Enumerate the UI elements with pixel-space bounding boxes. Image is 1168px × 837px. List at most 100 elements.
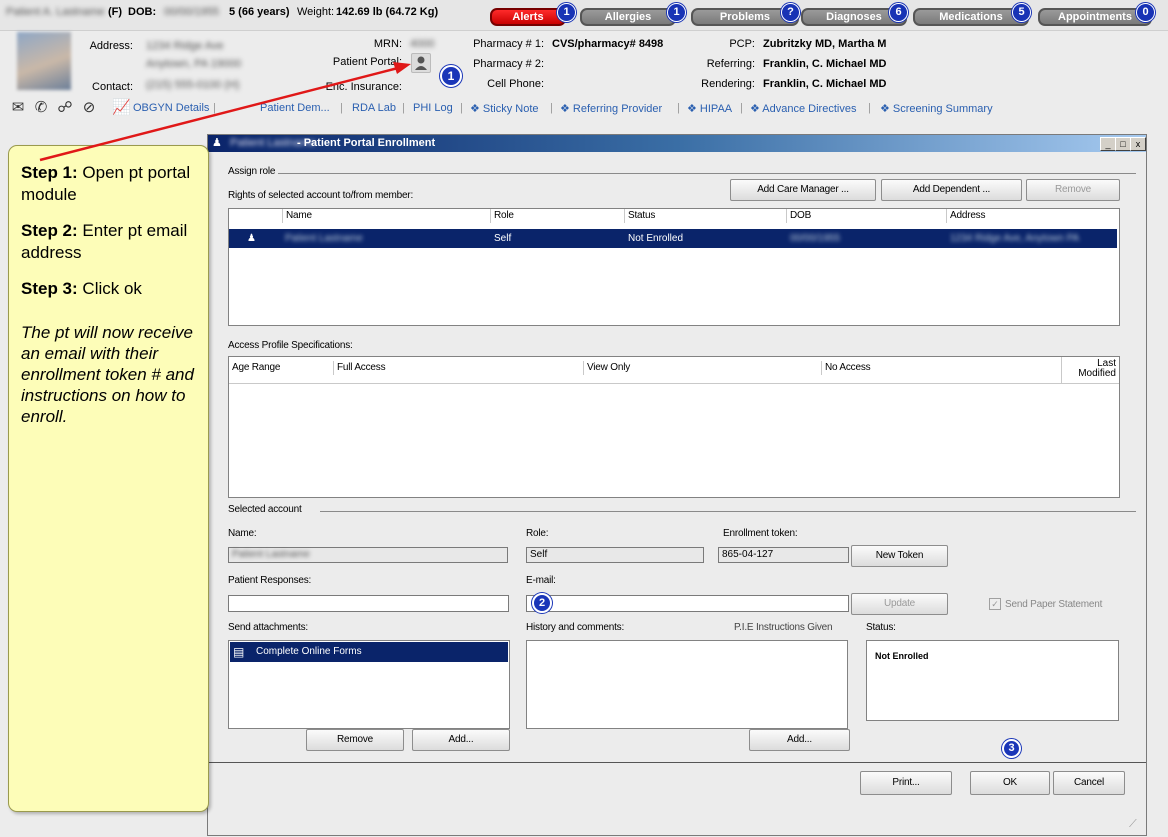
- section-divider: [278, 173, 1136, 174]
- link-sticky-note[interactable]: ❖ Sticky Note: [470, 102, 539, 115]
- add-care-manager-button[interactable]: Add Care Manager ...: [730, 179, 876, 201]
- new-token-button[interactable]: New Token: [851, 545, 948, 567]
- link-separator: |: [402, 102, 405, 114]
- access-profile-label: Access Profile Specifications:: [228, 340, 353, 351]
- mail-icon[interactable]: ✉: [9, 99, 27, 117]
- patient-sex: (F): [108, 6, 123, 18]
- chart-icon[interactable]: 📈: [112, 99, 131, 117]
- cancel-button[interactable]: Cancel: [1053, 771, 1125, 795]
- address-line2: Anytown, PA 19000: [146, 58, 242, 70]
- link-hipaa[interactable]: ❖ HIPAA: [687, 102, 732, 115]
- patient-age: 5 (66 years): [229, 6, 290, 18]
- name-field: Patient Lastname: [228, 547, 508, 563]
- link-patient-dem[interactable]: Patient Dem...: [260, 102, 330, 114]
- status-box: Not Enrolled: [866, 640, 1119, 721]
- instructions-callout: Step 1: Open pt portal module Step 2: En…: [8, 145, 209, 812]
- link-obgyn-details[interactable]: OBGYN Details: [133, 102, 209, 114]
- history-comments-box[interactable]: [526, 640, 848, 729]
- link-screening-summary[interactable]: ❖ Screening Summary: [880, 102, 993, 115]
- patient-portal-label: Patient Portal:: [332, 56, 402, 68]
- add-history-button[interactable]: Add...: [749, 729, 850, 751]
- rendering-label: Rendering:: [701, 78, 755, 90]
- member-name: Patient Lastname: [285, 233, 363, 244]
- address-label: Address:: [89, 40, 133, 52]
- column-header-view-only[interactable]: View Only: [583, 361, 821, 375]
- link-separator: |: [340, 102, 343, 114]
- patient-responses-input[interactable]: [228, 595, 509, 612]
- pharmacy2-label: Pharmacy # 2:: [473, 58, 544, 70]
- send-paper-statement-label: Send Paper Statement: [1005, 599, 1103, 610]
- maximize-button[interactable]: □: [1115, 137, 1131, 151]
- resize-grip-icon[interactable]: ⟋: [1129, 818, 1137, 831]
- column-header-status[interactable]: Status: [625, 209, 787, 223]
- column-header-last-modified[interactable]: Last Modified: [1061, 357, 1119, 383]
- column-header-role[interactable]: Role: [491, 209, 625, 223]
- column-header-no-access[interactable]: No Access: [821, 361, 1061, 375]
- contact-value: (215) 555-0100 (H): [146, 79, 240, 91]
- step-marker-2: 2: [532, 593, 552, 613]
- column-header-full-access[interactable]: Full Access: [333, 361, 583, 375]
- member-dob: 00/00/1955: [790, 233, 841, 244]
- person-icon: ♟: [247, 233, 256, 244]
- remove-member-button[interactable]: Remove: [1026, 179, 1120, 201]
- update-button[interactable]: Update: [851, 593, 948, 615]
- patient-portal-button[interactable]: [411, 53, 431, 73]
- patient-responses-label: Patient Responses:: [228, 575, 312, 586]
- compass-icon[interactable]: ⊘: [80, 99, 98, 117]
- link-phi-log[interactable]: PHI Log: [413, 102, 453, 114]
- link-separator: |: [868, 102, 871, 114]
- members-table: Name Role Status DOB Address ♟ Patient L…: [228, 208, 1120, 326]
- access-profile-table: Age Range Full Access View Only No Acces…: [228, 356, 1120, 498]
- column-header-name[interactable]: Name: [283, 209, 491, 223]
- alerts-pill[interactable]: Alerts: [490, 8, 566, 26]
- send-attachments-label: Send attachments:: [228, 622, 308, 633]
- member-role: Self: [494, 233, 512, 244]
- connections-icon[interactable]: ☍: [56, 99, 74, 117]
- appointments-pill[interactable]: Appointments: [1038, 8, 1152, 26]
- link-advance-directives[interactable]: ❖ Advance Directives: [750, 102, 856, 115]
- pharmacy1-value: CVS/pharmacy# 8498: [552, 38, 664, 50]
- member-address: 1234 Ridge Ave, Anytown PA: [950, 233, 1080, 244]
- add-attachment-button[interactable]: Add...: [412, 729, 510, 751]
- address-line1: 1234 Ridge Ave: [146, 40, 224, 52]
- mrn-label: MRN:: [373, 38, 402, 50]
- table-row[interactable]: ♟ Patient Lastname Self Not Enrolled 00/…: [229, 229, 1117, 248]
- link-referring-provider[interactable]: ❖ Referring Provider: [560, 102, 662, 115]
- link-rda-lab[interactable]: RDA Lab: [352, 102, 396, 114]
- pcp-label: PCP:: [729, 38, 755, 50]
- referring-value: Franklin, C. Michael MD: [763, 58, 887, 70]
- patient-portal-enrollment-dialog: ♟ Patient Lastname - Patient Portal Enro…: [207, 134, 1147, 836]
- step-marker-1: 1: [440, 65, 462, 87]
- section-divider: [320, 511, 1136, 512]
- assign-role-heading: Assign role: [228, 166, 276, 177]
- print-button[interactable]: Print...: [860, 771, 952, 795]
- close-button[interactable]: x: [1130, 137, 1146, 151]
- allergies-count-badge: 1: [667, 3, 686, 22]
- email-input[interactable]: [526, 595, 849, 612]
- status-value: Not Enrolled: [875, 651, 929, 661]
- patient-header: Patient A. Lastname (F) DOB: 00/00/1955 …: [0, 0, 1168, 126]
- send-paper-statement-checkbox[interactable]: ✓: [989, 598, 1001, 610]
- minimize-button[interactable]: _: [1100, 137, 1116, 151]
- ok-button[interactable]: OK: [970, 771, 1050, 795]
- dialog-titlebar[interactable]: ♟ Patient Lastname - Patient Portal Enro…: [208, 135, 1146, 152]
- weight-value: 142.69 lb (64.72 Kg): [336, 6, 439, 18]
- remove-attachment-button[interactable]: Remove: [306, 729, 404, 751]
- contact-label: Contact:: [92, 81, 133, 93]
- list-item[interactable]: ▤ Complete Online Forms: [230, 642, 508, 662]
- alerts-count-badge: 1: [557, 3, 576, 22]
- dob-value: 00/00/1955: [164, 6, 220, 18]
- column-header-dob[interactable]: DOB: [787, 209, 947, 223]
- problems-count-badge: ?: [781, 3, 800, 22]
- link-separator: |: [213, 102, 216, 114]
- add-dependent-button[interactable]: Add Dependent ...: [881, 179, 1022, 201]
- allergies-pill[interactable]: Allergies: [580, 8, 676, 26]
- cell-phone-label: Cell Phone:: [487, 78, 544, 90]
- member-status: Not Enrolled: [628, 233, 684, 244]
- column-header-address[interactable]: Address: [947, 209, 1119, 223]
- column-header-age-range[interactable]: Age Range: [229, 361, 333, 375]
- weight-label: Weight:: [297, 6, 335, 18]
- phone-icon[interactable]: ✆: [32, 99, 50, 117]
- attachment-item-label: Complete Online Forms: [256, 646, 362, 657]
- referring-label: Referring:: [706, 58, 755, 70]
